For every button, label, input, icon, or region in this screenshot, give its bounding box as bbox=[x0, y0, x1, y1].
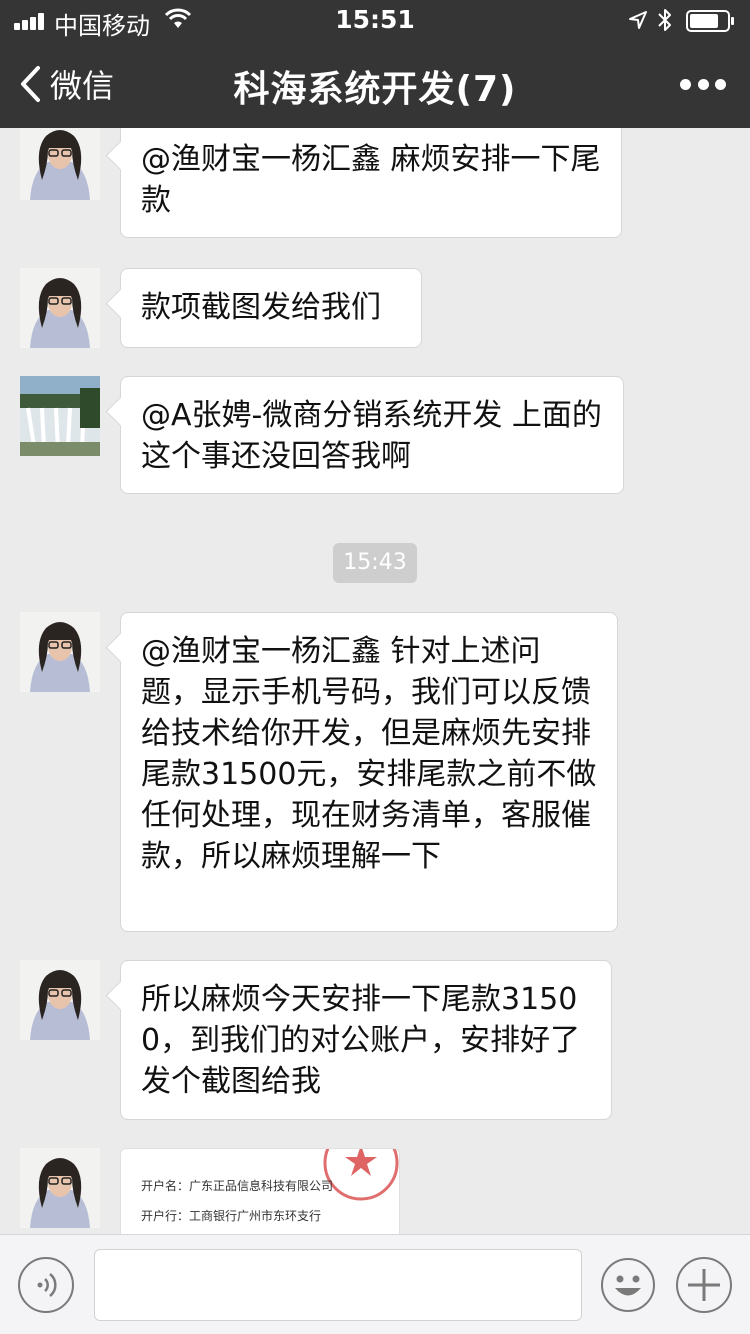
woman-avatar-icon bbox=[20, 612, 100, 692]
input-bar bbox=[0, 1234, 750, 1334]
message-text: @A张娉-微商分销系统开发 上面的这个事还没回答我啊 bbox=[141, 398, 602, 474]
dot-icon bbox=[680, 78, 691, 90]
waterfall-avatar-icon bbox=[20, 376, 100, 456]
message-bubble[interactable]: 所以麻烦今天安排一下尾款31500，到我们的对公账户，安排好了发个截图给我 bbox=[120, 960, 612, 1120]
woman-avatar-icon bbox=[20, 1148, 100, 1228]
message-text: 款项截图发给我们 bbox=[141, 290, 381, 325]
status-bar: 中国移动 15:51 bbox=[0, 0, 750, 40]
message-bubble[interactable]: @渔财宝一杨汇鑫 麻烦安排一下尾款 bbox=[120, 128, 622, 238]
voice-input-button[interactable] bbox=[18, 1257, 74, 1313]
time-divider: 15:43 bbox=[333, 543, 417, 583]
more-options-button[interactable] bbox=[680, 72, 726, 96]
battery-icon bbox=[686, 10, 734, 32]
nav-bar: 微信 科海系统开发(7) bbox=[0, 40, 750, 128]
avatar[interactable] bbox=[20, 376, 100, 456]
location-arrow-icon bbox=[629, 11, 647, 29]
bank-branch-line: 开户行：工商银行广州市东环支行 bbox=[141, 1209, 322, 1223]
message-input[interactable] bbox=[94, 1249, 582, 1321]
message-bubble[interactable]: @A张娉-微商分销系统开发 上面的这个事还没回答我啊 bbox=[120, 376, 624, 494]
avatar[interactable] bbox=[20, 1148, 100, 1228]
smiley-icon bbox=[601, 1258, 655, 1312]
chat-title: 科海系统开发(7) bbox=[233, 69, 517, 110]
image-message[interactable]: 开户名：广东正品信息科技有限公司 开户行：工商银行广州市东环支行 bbox=[120, 1148, 400, 1234]
woman-avatar-icon bbox=[20, 960, 100, 1040]
dot-icon bbox=[697, 78, 709, 90]
avatar[interactable] bbox=[20, 128, 100, 200]
avatar[interactable] bbox=[20, 268, 100, 348]
voice-icon bbox=[37, 1273, 57, 1297]
avatar[interactable] bbox=[20, 612, 100, 692]
avatar[interactable] bbox=[20, 960, 100, 1040]
bluetooth-icon bbox=[658, 9, 671, 31]
message-text: @渔财宝一杨汇鑫 针对上述问题，显示手机号码，我们可以反馈给技术给你开发，但是麻… bbox=[141, 634, 597, 874]
message-text: @渔财宝一杨汇鑫 麻烦安排一下尾款 bbox=[141, 142, 601, 218]
chat-message-list[interactable]: @渔财宝一杨汇鑫 麻烦安排一下尾款 款项截图发给我们 @A张娉-微商分销系统开发… bbox=[0, 128, 750, 1234]
plus-icon bbox=[688, 1269, 720, 1301]
woman-avatar-icon bbox=[20, 268, 100, 348]
dot-icon bbox=[715, 78, 726, 90]
red-seal-stamp-icon bbox=[323, 1149, 399, 1201]
header: 中国移动 15:51 微信 科海系统开发(7) bbox=[0, 0, 750, 128]
message-bubble[interactable]: 款项截图发给我们 bbox=[120, 268, 422, 348]
message-bubble[interactable]: @渔财宝一杨汇鑫 针对上述问题，显示手机号码，我们可以反馈给技术给你开发，但是麻… bbox=[120, 612, 618, 932]
emoji-button[interactable] bbox=[600, 1257, 656, 1313]
account-name-line: 开户名：广东正品信息科技有限公司 bbox=[141, 1179, 334, 1193]
woman-avatar-icon bbox=[20, 128, 100, 200]
message-text: 所以麻烦今天安排一下尾款31500，到我们的对公账户，安排好了发个截图给我 bbox=[141, 982, 581, 1099]
more-functions-button[interactable] bbox=[676, 1257, 732, 1313]
